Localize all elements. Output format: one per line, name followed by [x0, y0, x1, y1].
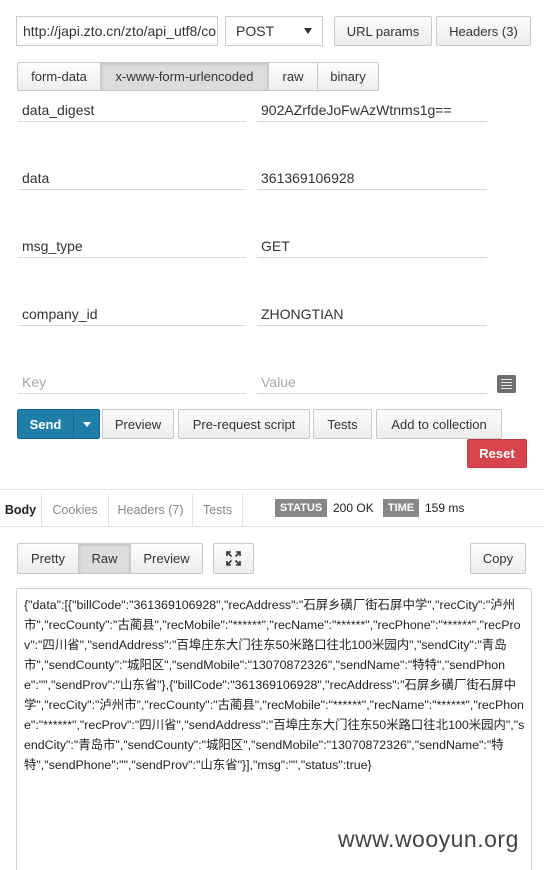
headers-button[interactable]: Headers (3) — [436, 16, 531, 46]
watermark: www.wooyun.org — [338, 826, 519, 852]
expand-icon — [226, 551, 241, 566]
reset-button[interactable]: Reset — [467, 439, 527, 468]
mode-x-www-form-urlencoded[interactable]: x-www-form-urlencoded — [100, 62, 269, 91]
mode-binary[interactable]: binary — [317, 62, 379, 91]
send-button[interactable]: Send — [17, 409, 74, 439]
time-badge: TIME — [383, 499, 419, 517]
new-key-field[interactable]: Key — [18, 372, 246, 394]
param-value-field[interactable]: ZHONGTIAN — [257, 304, 487, 326]
status-value: 200 OK — [333, 501, 374, 515]
divider — [0, 526, 544, 527]
divider — [0, 489, 544, 490]
param-key-field[interactable]: company_id — [18, 304, 246, 326]
copy-button[interactable]: Copy — [470, 543, 526, 574]
chevron-down-icon — [82, 421, 91, 427]
tab-body[interactable]: Body — [0, 494, 42, 526]
tab-headers[interactable]: Headers (7) — [109, 494, 193, 526]
tab-tests[interactable]: Tests — [193, 494, 243, 526]
preview-button[interactable]: Preview — [102, 409, 174, 439]
fullscreen-button[interactable] — [213, 543, 254, 574]
param-value-field[interactable]: 361369106928 — [257, 168, 487, 190]
param-value-field[interactable]: GET — [257, 236, 487, 258]
bulk-edit-icon[interactable] — [497, 375, 516, 393]
param-key-field[interactable]: data — [18, 168, 246, 190]
tab-cookies[interactable]: Cookies — [42, 494, 109, 526]
param-key-field[interactable]: msg_type — [18, 236, 246, 258]
chevron-down-icon — [304, 28, 312, 34]
param-value-field[interactable]: 902AZrfdeJoFwAzWtnms1g== — [257, 100, 487, 122]
mode-raw[interactable]: raw — [268, 62, 318, 91]
prerequest-script-button[interactable]: Pre-request script — [178, 409, 310, 439]
add-to-collection-button[interactable]: Add to collection — [376, 409, 502, 439]
time-value: 159 ms — [425, 501, 465, 515]
method-select[interactable]: POST — [225, 16, 323, 46]
tests-button[interactable]: Tests — [313, 409, 372, 439]
view-pretty-button[interactable]: Pretty — [17, 543, 79, 574]
param-key-field[interactable]: data_digest — [18, 100, 246, 122]
new-value-field[interactable]: Value — [257, 372, 487, 394]
url-input[interactable]: http://japi.zto.cn/zto/api_utf8/co — [16, 16, 218, 46]
url-params-button[interactable]: URL params — [334, 16, 432, 46]
method-value: POST — [236, 23, 275, 39]
mode-form-data[interactable]: form-data — [17, 62, 101, 91]
status-badge: STATUS — [275, 499, 327, 517]
send-options-button[interactable] — [73, 409, 100, 439]
view-preview-button[interactable]: Preview — [130, 543, 203, 574]
view-raw-button[interactable]: Raw — [78, 543, 131, 574]
